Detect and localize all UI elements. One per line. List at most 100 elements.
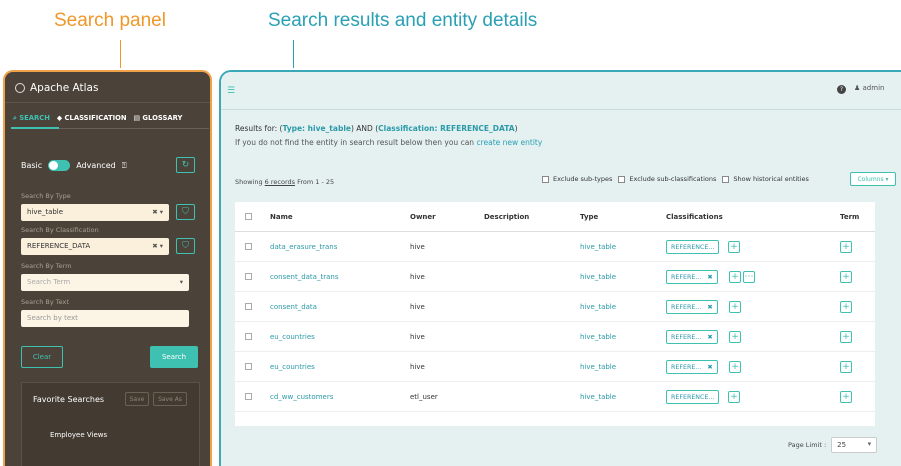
- classification-filter-button[interactable]: ⛉: [176, 238, 195, 254]
- columns-button[interactable]: Columns ▾: [850, 172, 896, 186]
- favorites-title: Favorite Searches: [33, 395, 105, 404]
- favorites-save-button[interactable]: Save: [125, 392, 149, 406]
- entity-name-link[interactable]: consent_data: [270, 303, 317, 311]
- refresh-button[interactable]: ↻: [176, 157, 195, 173]
- header-type[interactable]: Type: [580, 213, 598, 221]
- results-callout-line: [293, 40, 294, 68]
- entity-name-link[interactable]: eu_countries: [270, 363, 315, 371]
- entity-owner: hive: [410, 273, 425, 281]
- entity-name-link[interactable]: cd_ww_customers: [270, 393, 333, 401]
- header-owner[interactable]: Owner: [410, 213, 436, 221]
- entity-name-link[interactable]: eu_countries: [270, 333, 315, 341]
- add-term-button[interactable]: +: [840, 331, 852, 343]
- clear-button[interactable]: Clear: [21, 346, 63, 368]
- entity-name-link[interactable]: consent_data_trans: [270, 273, 338, 281]
- entity-owner: hive: [410, 333, 425, 341]
- menu-icon[interactable]: ☰: [227, 86, 235, 96]
- help-icon[interactable]: ⍰: [122, 161, 127, 171]
- create-entity-link[interactable]: create new entity: [476, 138, 542, 147]
- row-checkbox[interactable]: [245, 333, 252, 340]
- add-term-button[interactable]: +: [840, 271, 852, 283]
- type-filter-button[interactable]: ⛉: [176, 204, 195, 220]
- entity-type-link[interactable]: hive_table: [580, 363, 616, 371]
- more-classifications-button[interactable]: ⋯: [743, 271, 755, 283]
- add-classification-button[interactable]: +: [728, 391, 740, 403]
- row-checkbox[interactable]: [245, 363, 252, 370]
- remove-classification-icon: ✖: [707, 304, 713, 311]
- add-classification-button[interactable]: +: [729, 271, 741, 283]
- search-by-term-select[interactable]: Search Term ▾: [21, 274, 189, 291]
- header-term[interactable]: Term: [840, 213, 859, 221]
- search-by-term-label: Search By Term: [21, 262, 72, 270]
- classification-badge[interactable]: REFERE... ✖: [666, 360, 718, 374]
- mode-toggle[interactable]: [48, 160, 71, 171]
- search-by-classification-select[interactable]: REFERENCE_DATA ✖ ▾: [21, 238, 169, 255]
- favorites-save-as-button[interactable]: Save As: [153, 392, 187, 406]
- entity-type-link[interactable]: hive_table: [580, 273, 616, 281]
- remove-classification-icon: ✖: [707, 274, 713, 281]
- exclude-subtypes-checkbox[interactable]: Exclude sub-types: [542, 175, 612, 183]
- user-icon: ♟: [854, 84, 861, 92]
- add-classification-button[interactable]: +: [729, 361, 741, 373]
- add-term-button[interactable]: +: [840, 241, 852, 253]
- globe-icon: [15, 83, 25, 93]
- user-menu[interactable]: ♟ admin: [854, 84, 884, 92]
- search-button[interactable]: Search: [150, 346, 198, 368]
- header-name[interactable]: Name: [270, 213, 293, 221]
- tab-glossary[interactable]: ▤ GLOSSARY: [134, 114, 183, 123]
- header-classifications[interactable]: Classifications: [666, 213, 723, 221]
- add-term-button[interactable]: +: [840, 391, 852, 403]
- results-panel: ☰ ? ♟ admin Results for: (Type: hive_tab…: [219, 70, 901, 466]
- entity-type-link[interactable]: hive_table: [580, 393, 616, 401]
- search-by-type-select[interactable]: hive_table ✖ ▾: [21, 204, 169, 221]
- screenshot-root: Search panel Search results and entity d…: [0, 0, 901, 466]
- mode-basic-label: Basic: [21, 161, 43, 170]
- row-checkbox[interactable]: [245, 303, 252, 310]
- tab-classification[interactable]: ◆ CLASSIFICATION: [57, 114, 127, 123]
- question-icon[interactable]: ?: [837, 85, 846, 94]
- panel-divider: [5, 102, 210, 103]
- row-checkbox[interactable]: [245, 273, 252, 280]
- top-bar: ☰ ? ♟ admin: [221, 72, 901, 110]
- search-by-type-label: Search By Type: [21, 192, 71, 200]
- search-by-text-label: Search By Text: [21, 298, 69, 306]
- show-historical-checkbox[interactable]: Show historical entities: [722, 175, 809, 183]
- search-text-input[interactable]: Search by text: [21, 310, 189, 327]
- refresh-icon: ↻: [181, 160, 190, 170]
- app-title: Apache Atlas: [15, 82, 98, 94]
- classification-badge[interactable]: REFERENCE...: [666, 240, 720, 254]
- favorite-item[interactable]: Employee Views: [50, 431, 107, 439]
- results-callout: Search results and entity details: [268, 10, 538, 31]
- classification-badge[interactable]: REFERENCE...: [666, 390, 720, 404]
- exclude-subclass-checkbox[interactable]: Exclude sub-classifications: [618, 175, 716, 183]
- page-limit-select[interactable]: 25: [831, 437, 878, 453]
- table-row: consent_data hive hive_table REFERE... ✖ …: [235, 292, 875, 322]
- classification-badge[interactable]: REFERE... ✖: [666, 330, 718, 344]
- add-classification-button[interactable]: +: [729, 331, 741, 343]
- add-term-button[interactable]: +: [840, 361, 852, 373]
- classification-badge[interactable]: REFERE... ✖: [666, 270, 718, 284]
- add-term-button[interactable]: +: [840, 301, 852, 313]
- entity-type-link[interactable]: hive_table: [580, 243, 616, 251]
- table-row: eu_countries hive hive_table REFERE... ✖ …: [235, 352, 875, 382]
- filter-icon: ⛉: [182, 241, 189, 251]
- select-all-checkbox[interactable]: [245, 213, 252, 220]
- entity-owner: hive: [410, 243, 425, 251]
- add-classification-button[interactable]: +: [728, 241, 740, 253]
- add-classification-button[interactable]: +: [729, 301, 741, 313]
- row-checkbox[interactable]: [245, 243, 252, 250]
- table-row: consent_data_trans hive hive_table REFER…: [235, 262, 875, 292]
- entity-type-link[interactable]: hive_table: [580, 333, 616, 341]
- tab-active-indicator: [11, 127, 59, 129]
- table-row: cd_ww_customers etl_user hive_table REFE…: [235, 382, 875, 412]
- entity-type-link[interactable]: hive_table: [580, 303, 616, 311]
- row-checkbox[interactable]: [245, 393, 252, 400]
- page-limit-label: Page Limit :: [788, 441, 827, 449]
- classification-badge[interactable]: REFERE... ✖: [666, 300, 718, 314]
- header-description[interactable]: Description: [484, 213, 529, 221]
- tab-search[interactable]: ⌕ SEARCH: [13, 114, 50, 123]
- search-mode-toggle-row: Basic Advanced ⍰: [21, 160, 127, 171]
- table-header: Name Owner Description Type Classificati…: [235, 202, 875, 232]
- panel-tabs: ⌕ SEARCH ◆ CLASSIFICATION ▤ GLOSSARY: [13, 114, 182, 123]
- entity-name-link[interactable]: data_erasure_trans: [270, 243, 337, 251]
